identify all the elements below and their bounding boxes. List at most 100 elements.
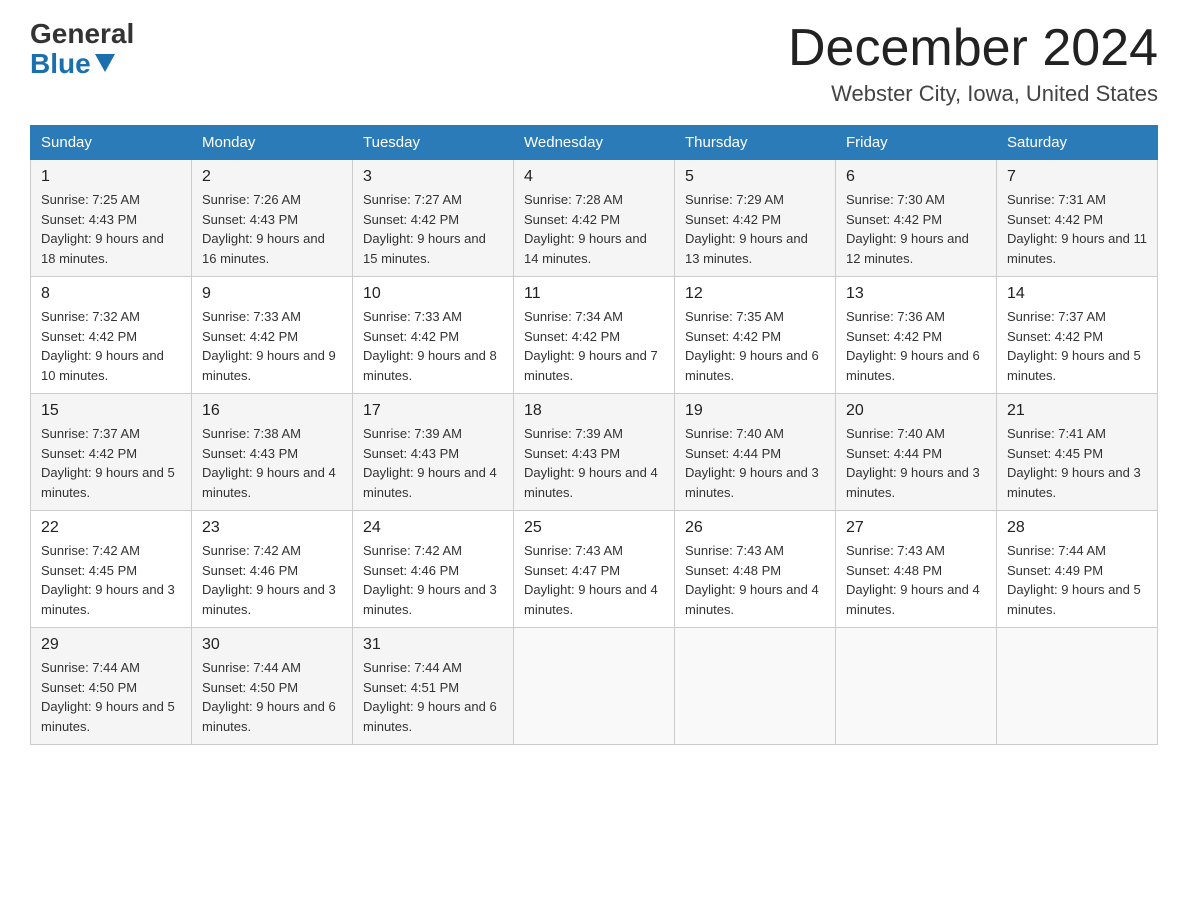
day-number: 18	[524, 402, 664, 420]
calendar-cell: 22 Sunrise: 7:42 AMSunset: 4:45 PMDaylig…	[31, 511, 192, 628]
day-number: 21	[1007, 402, 1147, 420]
calendar-week-row: 1 Sunrise: 7:25 AMSunset: 4:43 PMDayligh…	[31, 160, 1158, 277]
day-info: Sunrise: 7:32 AMSunset: 4:42 PMDaylight:…	[41, 309, 164, 383]
day-number: 14	[1007, 285, 1147, 303]
day-number: 9	[202, 285, 342, 303]
calendar-cell	[514, 628, 675, 745]
calendar-cell: 24 Sunrise: 7:42 AMSunset: 4:46 PMDaylig…	[353, 511, 514, 628]
day-number: 16	[202, 402, 342, 420]
calendar-cell: 11 Sunrise: 7:34 AMSunset: 4:42 PMDaylig…	[514, 277, 675, 394]
header-saturday: Saturday	[997, 126, 1158, 160]
calendar-cell: 28 Sunrise: 7:44 AMSunset: 4:49 PMDaylig…	[997, 511, 1158, 628]
calendar-cell: 19 Sunrise: 7:40 AMSunset: 4:44 PMDaylig…	[675, 394, 836, 511]
day-number: 23	[202, 519, 342, 537]
day-info: Sunrise: 7:37 AMSunset: 4:42 PMDaylight:…	[1007, 309, 1141, 383]
calendar-cell: 16 Sunrise: 7:38 AMSunset: 4:43 PMDaylig…	[192, 394, 353, 511]
logo-triangle-icon	[95, 54, 115, 72]
calendar-cell: 9 Sunrise: 7:33 AMSunset: 4:42 PMDayligh…	[192, 277, 353, 394]
day-info: Sunrise: 7:43 AMSunset: 4:48 PMDaylight:…	[846, 543, 980, 617]
calendar-cell: 3 Sunrise: 7:27 AMSunset: 4:42 PMDayligh…	[353, 160, 514, 277]
logo-general-text: General	[30, 20, 134, 48]
calendar-cell: 13 Sunrise: 7:36 AMSunset: 4:42 PMDaylig…	[836, 277, 997, 394]
day-number: 25	[524, 519, 664, 537]
header-wednesday: Wednesday	[514, 126, 675, 160]
calendar-cell: 8 Sunrise: 7:32 AMSunset: 4:42 PMDayligh…	[31, 277, 192, 394]
calendar-cell: 23 Sunrise: 7:42 AMSunset: 4:46 PMDaylig…	[192, 511, 353, 628]
calendar-cell: 27 Sunrise: 7:43 AMSunset: 4:48 PMDaylig…	[836, 511, 997, 628]
day-info: Sunrise: 7:44 AMSunset: 4:51 PMDaylight:…	[363, 660, 497, 734]
day-info: Sunrise: 7:29 AMSunset: 4:42 PMDaylight:…	[685, 192, 808, 266]
day-number: 6	[846, 168, 986, 186]
day-number: 27	[846, 519, 986, 537]
day-number: 15	[41, 402, 181, 420]
day-info: Sunrise: 7:42 AMSunset: 4:45 PMDaylight:…	[41, 543, 175, 617]
day-number: 31	[363, 636, 503, 654]
day-number: 29	[41, 636, 181, 654]
day-number: 24	[363, 519, 503, 537]
day-info: Sunrise: 7:41 AMSunset: 4:45 PMDaylight:…	[1007, 426, 1141, 500]
day-info: Sunrise: 7:33 AMSunset: 4:42 PMDaylight:…	[363, 309, 497, 383]
day-number: 1	[41, 168, 181, 186]
day-info: Sunrise: 7:35 AMSunset: 4:42 PMDaylight:…	[685, 309, 819, 383]
day-number: 8	[41, 285, 181, 303]
day-number: 22	[41, 519, 181, 537]
calendar-cell	[997, 628, 1158, 745]
day-info: Sunrise: 7:39 AMSunset: 4:43 PMDaylight:…	[524, 426, 658, 500]
logo: General Blue	[30, 20, 134, 80]
calendar-cell: 21 Sunrise: 7:41 AMSunset: 4:45 PMDaylig…	[997, 394, 1158, 511]
day-info: Sunrise: 7:25 AMSunset: 4:43 PMDaylight:…	[41, 192, 164, 266]
day-number: 7	[1007, 168, 1147, 186]
day-number: 13	[846, 285, 986, 303]
day-number: 11	[524, 285, 664, 303]
day-info: Sunrise: 7:28 AMSunset: 4:42 PMDaylight:…	[524, 192, 647, 266]
day-info: Sunrise: 7:40 AMSunset: 4:44 PMDaylight:…	[685, 426, 819, 500]
calendar-cell: 5 Sunrise: 7:29 AMSunset: 4:42 PMDayligh…	[675, 160, 836, 277]
logo-blue-text: Blue	[30, 48, 115, 80]
day-info: Sunrise: 7:31 AMSunset: 4:42 PMDaylight:…	[1007, 192, 1147, 266]
day-number: 2	[202, 168, 342, 186]
title-area: December 2024 Webster City, Iowa, United…	[788, 20, 1158, 107]
day-info: Sunrise: 7:43 AMSunset: 4:47 PMDaylight:…	[524, 543, 658, 617]
day-number: 5	[685, 168, 825, 186]
calendar-header-row: SundayMondayTuesdayWednesdayThursdayFrid…	[31, 126, 1158, 160]
calendar-cell: 14 Sunrise: 7:37 AMSunset: 4:42 PMDaylig…	[997, 277, 1158, 394]
calendar-week-row: 22 Sunrise: 7:42 AMSunset: 4:45 PMDaylig…	[31, 511, 1158, 628]
day-info: Sunrise: 7:44 AMSunset: 4:50 PMDaylight:…	[202, 660, 336, 734]
header-friday: Friday	[836, 126, 997, 160]
calendar-cell: 20 Sunrise: 7:40 AMSunset: 4:44 PMDaylig…	[836, 394, 997, 511]
header-tuesday: Tuesday	[353, 126, 514, 160]
day-info: Sunrise: 7:33 AMSunset: 4:42 PMDaylight:…	[202, 309, 336, 383]
calendar-cell: 26 Sunrise: 7:43 AMSunset: 4:48 PMDaylig…	[675, 511, 836, 628]
page-header: General Blue December 2024 Webster City,…	[30, 20, 1158, 107]
day-info: Sunrise: 7:30 AMSunset: 4:42 PMDaylight:…	[846, 192, 969, 266]
day-info: Sunrise: 7:38 AMSunset: 4:43 PMDaylight:…	[202, 426, 336, 500]
day-info: Sunrise: 7:27 AMSunset: 4:42 PMDaylight:…	[363, 192, 486, 266]
calendar-cell: 15 Sunrise: 7:37 AMSunset: 4:42 PMDaylig…	[31, 394, 192, 511]
day-number: 20	[846, 402, 986, 420]
day-info: Sunrise: 7:36 AMSunset: 4:42 PMDaylight:…	[846, 309, 980, 383]
calendar-cell	[675, 628, 836, 745]
day-info: Sunrise: 7:43 AMSunset: 4:48 PMDaylight:…	[685, 543, 819, 617]
calendar-cell: 6 Sunrise: 7:30 AMSunset: 4:42 PMDayligh…	[836, 160, 997, 277]
day-info: Sunrise: 7:44 AMSunset: 4:50 PMDaylight:…	[41, 660, 175, 734]
calendar-cell: 17 Sunrise: 7:39 AMSunset: 4:43 PMDaylig…	[353, 394, 514, 511]
day-info: Sunrise: 7:37 AMSunset: 4:42 PMDaylight:…	[41, 426, 175, 500]
header-thursday: Thursday	[675, 126, 836, 160]
day-number: 4	[524, 168, 664, 186]
calendar-cell: 25 Sunrise: 7:43 AMSunset: 4:47 PMDaylig…	[514, 511, 675, 628]
calendar-week-row: 29 Sunrise: 7:44 AMSunset: 4:50 PMDaylig…	[31, 628, 1158, 745]
day-number: 26	[685, 519, 825, 537]
calendar-cell: 18 Sunrise: 7:39 AMSunset: 4:43 PMDaylig…	[514, 394, 675, 511]
day-number: 19	[685, 402, 825, 420]
calendar-week-row: 8 Sunrise: 7:32 AMSunset: 4:42 PMDayligh…	[31, 277, 1158, 394]
calendar-cell: 4 Sunrise: 7:28 AMSunset: 4:42 PMDayligh…	[514, 160, 675, 277]
day-info: Sunrise: 7:40 AMSunset: 4:44 PMDaylight:…	[846, 426, 980, 500]
calendar-cell: 1 Sunrise: 7:25 AMSunset: 4:43 PMDayligh…	[31, 160, 192, 277]
calendar-cell	[836, 628, 997, 745]
day-info: Sunrise: 7:39 AMSunset: 4:43 PMDaylight:…	[363, 426, 497, 500]
month-title: December 2024	[788, 20, 1158, 77]
location-title: Webster City, Iowa, United States	[788, 81, 1158, 107]
calendar-week-row: 15 Sunrise: 7:37 AMSunset: 4:42 PMDaylig…	[31, 394, 1158, 511]
day-number: 3	[363, 168, 503, 186]
header-monday: Monday	[192, 126, 353, 160]
